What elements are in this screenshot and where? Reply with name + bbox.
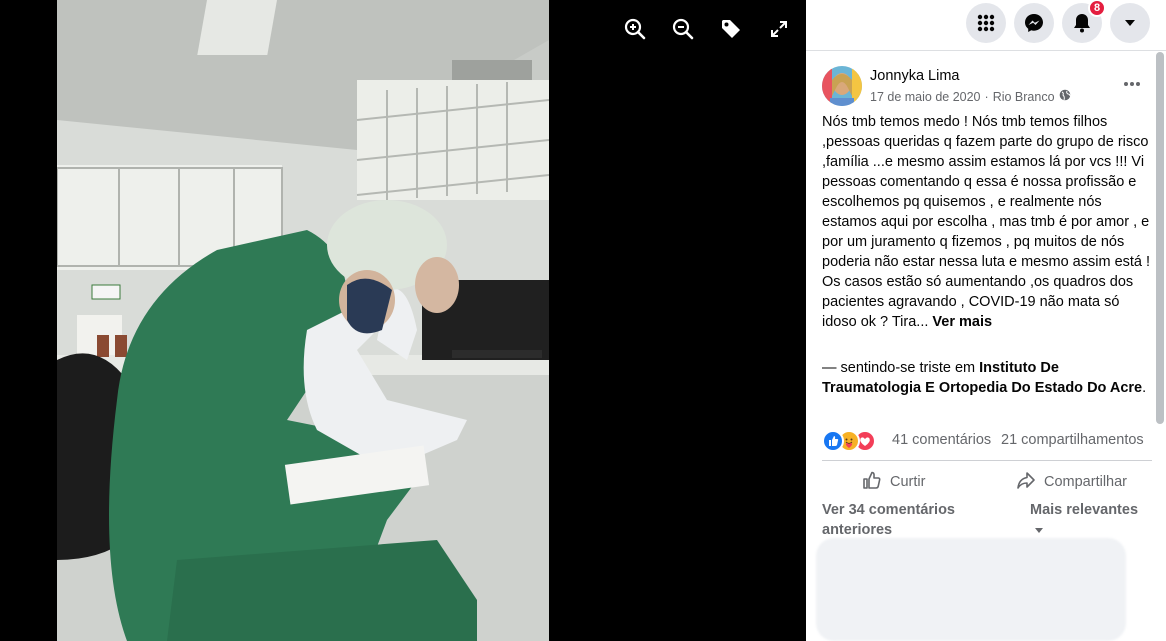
meta-separator: · [984,89,989,104]
avatar[interactable] [822,66,862,106]
place-suffix: . [1142,380,1147,396]
tag-icon[interactable] [714,14,748,44]
fullscreen-icon[interactable] [762,14,796,44]
photo-viewer [0,0,806,641]
comment-bubble [816,538,1126,641]
feeling-prefix: — sentindo-se triste em [822,360,980,376]
messenger-icon[interactable] [1014,3,1054,43]
share-arrow-icon [1016,470,1036,494]
more-options-icon[interactable] [1120,74,1144,94]
view-previous-comments[interactable]: Ver 34 comentários anteriores [822,500,972,540]
feeling-line: — sentindo-se triste em Instituto De Tra… [822,358,1154,398]
bell-icon[interactable]: 8 [1062,0,1106,43]
post-panel: 8 Jonnyka Lima 17 de maio de 2020 · Rio … [806,0,1166,641]
post-location[interactable]: Rio Branco [993,90,1055,104]
like-react-icon [822,430,844,452]
top-bar: 8 [806,0,1166,51]
scrollbar[interactable] [1156,52,1164,424]
share-label: Compartilhar [1044,474,1127,490]
caret-down-icon [1035,528,1043,533]
post-meta: 17 de maio de 2020 · Rio Branco [870,89,1071,104]
comment-sort-dropdown[interactable]: Mais relevantes [1030,500,1140,540]
author-name[interactable]: Jonnyka Lima [870,68,959,84]
post-photo[interactable] [57,0,549,641]
zoom-in-icon[interactable] [618,14,652,44]
post-date[interactable]: 17 de maio de 2020 [870,90,981,104]
divider [822,460,1152,461]
comment-sort-label: Mais relevantes [1030,502,1139,518]
share-button[interactable]: Compartilhar [1016,466,1127,498]
see-more-link[interactable]: Ver mais [932,314,992,330]
globe-icon [1059,89,1071,104]
caret-down-icon[interactable] [1110,3,1150,43]
comments-count[interactable]: 41 comentários [892,432,991,448]
zoom-out-icon[interactable] [666,14,700,44]
post-text: Nós tmb temos medo ! Nós tmb temos filho… [822,112,1152,332]
viewer-toolbar [618,14,796,44]
shares-count[interactable]: 21 compartilhamentos [1001,432,1144,448]
reaction-icons[interactable] [822,430,882,452]
post-stats: 41 comentários 21 compartilhamentos [822,428,1152,452]
notifications-badge: 8 [1088,0,1106,17]
thumbs-up-icon [862,470,882,494]
like-button[interactable]: Curtir [862,466,925,498]
like-label: Curtir [890,474,926,490]
grid-menu-icon[interactable] [966,3,1006,43]
post-body: Nós tmb temos medo ! Nós tmb temos filho… [822,114,1151,330]
